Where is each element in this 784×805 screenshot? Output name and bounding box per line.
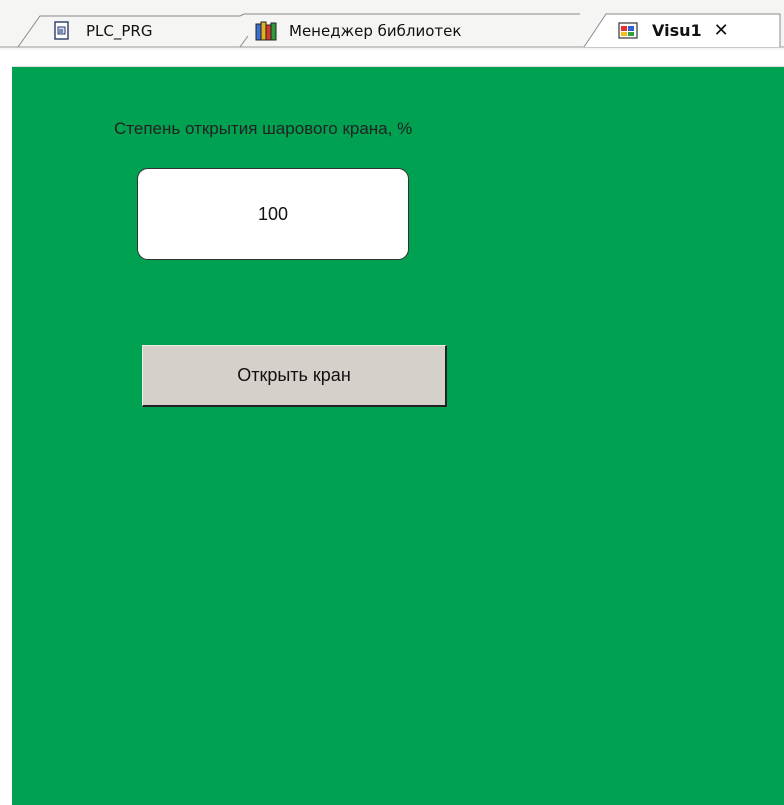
editor-window: PLC_PRG Менеджер библиотек Visu1 ✕ Степе… — [0, 0, 784, 805]
visualization-icon — [618, 21, 638, 41]
tab-visu1[interactable]: Visu1 ✕ — [618, 14, 729, 47]
tab-label: PLC_PRG — [86, 21, 153, 40]
close-tab-icon[interactable]: ✕ — [714, 20, 729, 41]
visualization-canvas: Степень открытия шарового крана, % 100 О… — [12, 67, 784, 805]
tab-library-manager[interactable]: Менеджер библиотек — [255, 14, 461, 47]
valve-opening-value-field: 100 — [137, 168, 409, 260]
program-document-icon — [52, 20, 72, 41]
editor-tab-bar: PLC_PRG Менеджер библиотек Visu1 ✕ — [0, 0, 784, 50]
library-books-icon — [255, 21, 277, 41]
valve-opening-caption: Степень открытия шарового крана, % — [114, 119, 413, 138]
tab-plc-prg[interactable]: PLC_PRG — [52, 14, 152, 47]
open-valve-button-label: Открыть кран — [237, 365, 351, 385]
tab-label: Visu1 — [652, 21, 702, 40]
tab-label: Менеджер библиотек — [289, 21, 462, 40]
valve-opening-value: 100 — [257, 203, 289, 224]
open-valve-button[interactable]: Открыть кран — [142, 345, 447, 407]
